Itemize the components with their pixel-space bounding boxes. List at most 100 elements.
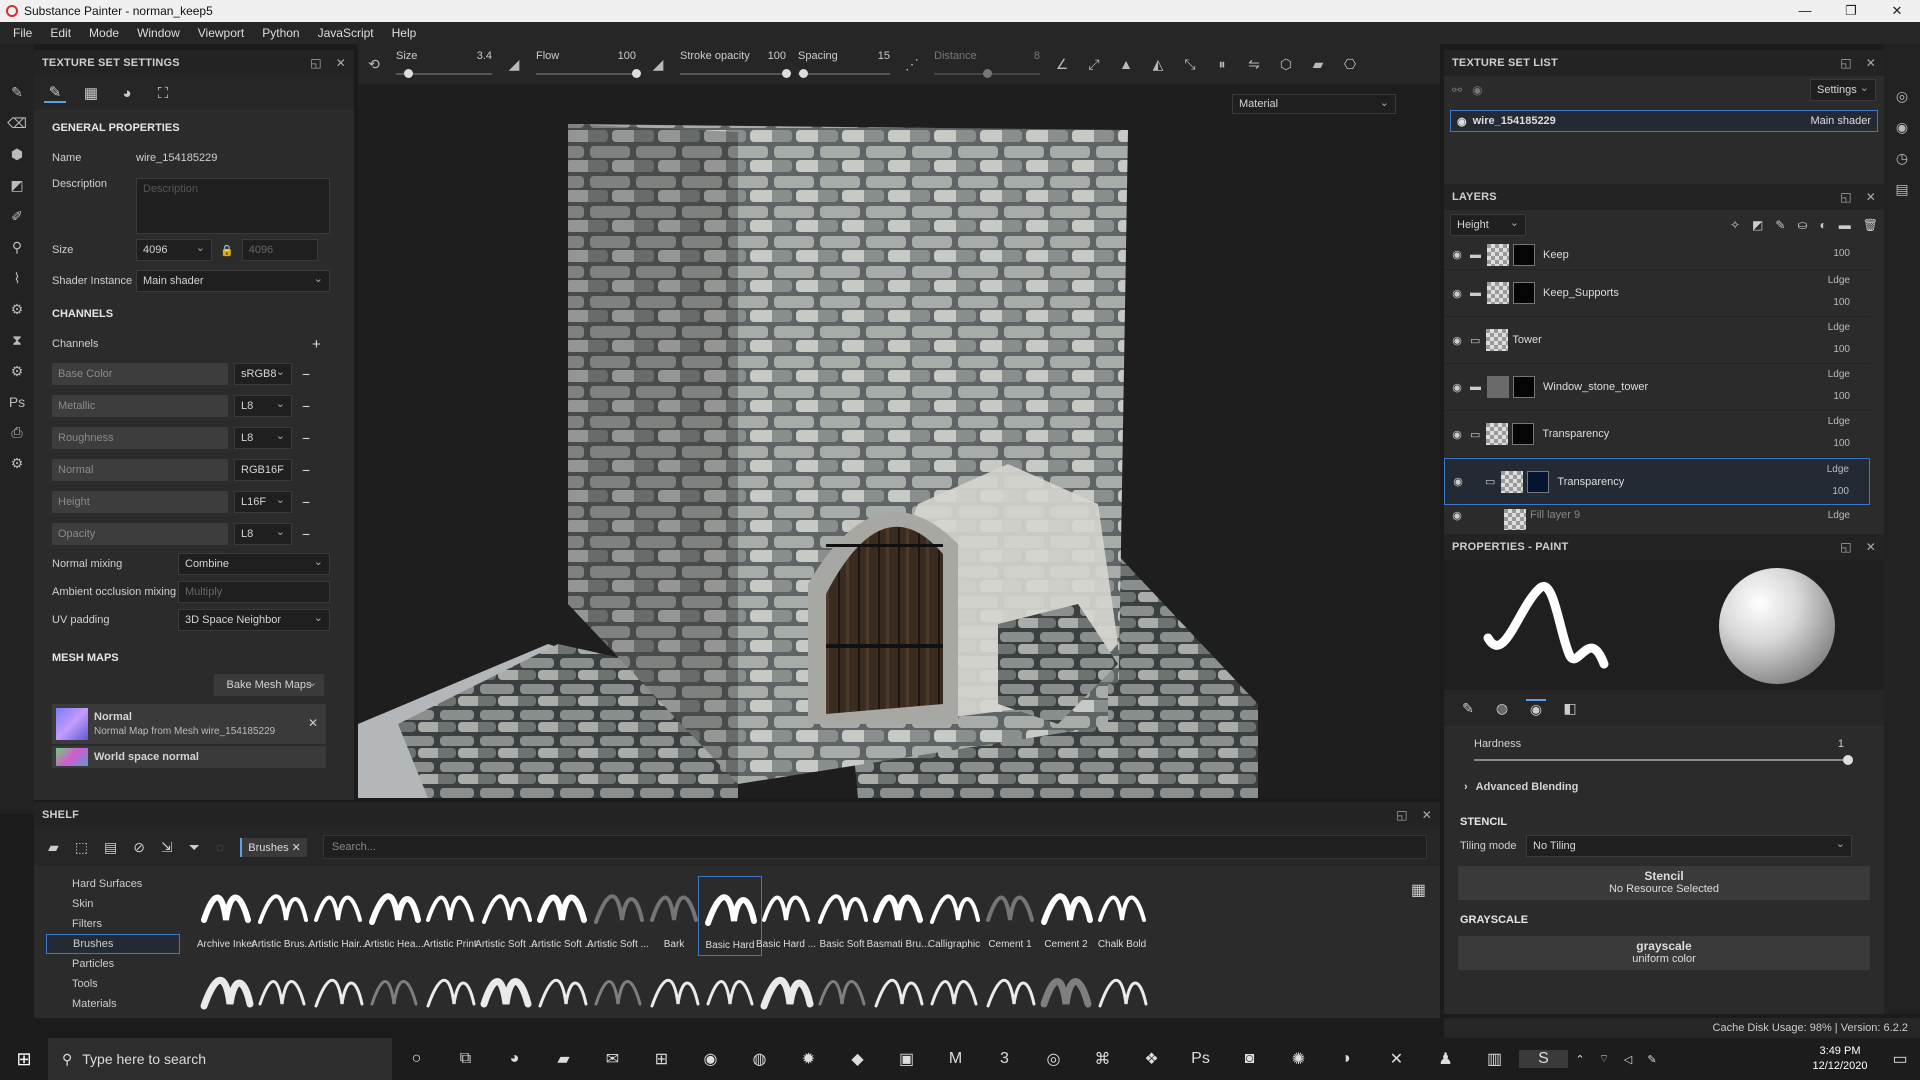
stencil-button[interactable]: Stencil No Resource Selected	[1458, 866, 1870, 900]
texture-tab-icon[interactable]: ▦	[80, 84, 102, 102]
brush-tile[interactable]: Chalk Bold	[1090, 876, 1154, 956]
description-field[interactable]: Description	[136, 178, 330, 234]
minimize-button[interactable]: —	[1782, 3, 1828, 19]
category-brushes[interactable]: Brushes	[46, 934, 180, 954]
layer-channel-select[interactable]: Height	[1450, 214, 1526, 236]
file-explorer-icon[interactable]: ▰	[539, 1049, 588, 1069]
eye-icon[interactable]: ◉	[1445, 475, 1471, 488]
eye-icon[interactable]: ◉	[1444, 334, 1470, 347]
alpha-tab-icon[interactable]: ◉	[1526, 698, 1546, 718]
brush-tile[interactable]: Artistic Print	[418, 876, 482, 956]
channel-format-select[interactable]: L8	[234, 427, 292, 449]
mesh-map-item[interactable]: World space normal	[52, 746, 326, 768]
photoshop-icon[interactable]: Ps	[1176, 1050, 1225, 1068]
list-icon[interactable]: ▤	[104, 839, 117, 856]
app-icon[interactable]: ✺	[1274, 1049, 1323, 1069]
app-icon[interactable]: ⌘	[1078, 1049, 1127, 1069]
float-panel-icon[interactable]: ◱	[310, 56, 322, 70]
remove-channel-icon[interactable]: −	[302, 526, 310, 542]
restore-button[interactable]: ❐	[1828, 3, 1874, 19]
maya-icon[interactable]: M	[931, 1050, 980, 1068]
uv-tab-icon[interactable]: ⛶	[152, 85, 174, 102]
float-panel-icon[interactable]: ◱	[1840, 190, 1852, 204]
eye-icon[interactable]: ◉	[1444, 428, 1470, 441]
app-icon[interactable]: ◗	[1323, 1050, 1372, 1068]
paint-brush-icon[interactable]: ✎	[11, 84, 23, 101]
add-channel-icon[interactable]: +	[312, 336, 321, 353]
brush-tile[interactable]: Basic Hard	[698, 876, 762, 956]
channel-format-select[interactable]: L8	[234, 395, 292, 417]
screenshot-icon[interactable]: ⎔	[1334, 44, 1366, 73]
eye-icon[interactable]: ◉	[1444, 287, 1470, 300]
layer-row[interactable]: ◉ ▬ Keep_Supports Ldge 100	[1444, 270, 1870, 317]
category-tools[interactable]: Tools	[46, 974, 180, 994]
layer-blend-mode[interactable]: Ldge	[1828, 510, 1850, 521]
grayscale-tab-icon[interactable]: ◧	[1560, 700, 1580, 717]
app-icon[interactable]: ◆	[833, 1049, 882, 1069]
menu-help[interactable]: Help	[383, 26, 426, 40]
brush-tile[interactable]: Artistic Brus...	[250, 876, 314, 956]
layer-opacity[interactable]: 100	[1832, 486, 1849, 497]
layer-blend-mode[interactable]: Ldge	[1827, 464, 1849, 475]
remove-channel-icon[interactable]: −	[302, 366, 310, 382]
lock-icon[interactable]: 🔒	[220, 244, 234, 257]
menu-window[interactable]: Window	[128, 26, 189, 40]
brush-tile[interactable]	[1090, 960, 1154, 1012]
texture-set-item[interactable]: ◉ wire_154185229 Main shader	[1450, 110, 1878, 132]
stroke-opacity-slider[interactable]: Stroke opacity 100	[674, 44, 792, 84]
menu-file[interactable]: File	[4, 26, 41, 40]
windows-start-icon[interactable]: ⊞	[0, 1049, 48, 1070]
brush-tile[interactable]	[362, 960, 426, 1012]
3d-viewport[interactable]	[358, 84, 1440, 798]
origin-icon[interactable]: ◍	[735, 1049, 784, 1069]
mirror-y-icon[interactable]: ◭	[1142, 44, 1174, 73]
mirror-icon[interactable]: ▲	[1110, 44, 1142, 72]
export-icon[interactable]: ⎙	[11, 424, 22, 441]
distance-slider[interactable]: Distance 8	[928, 44, 1046, 84]
refresh-icon[interactable]: ◌	[216, 839, 224, 855]
brush-tile[interactable]: Basic Soft	[810, 876, 874, 956]
flow-slider-handle[interactable]	[632, 69, 641, 78]
remove-channel-icon[interactable]: −	[302, 398, 310, 414]
layer-opacity[interactable]: 100	[1833, 391, 1850, 402]
taskbar-search[interactable]: ⚲ Type here to search	[48, 1038, 392, 1080]
add-folder-icon[interactable]: ▬	[1839, 218, 1851, 232]
material-tab-icon[interactable]: ◍	[1492, 700, 1512, 717]
brush-tile[interactable]: Cement 1	[978, 876, 1042, 956]
eye-icon[interactable]: ◉	[1444, 248, 1470, 261]
transform-icon[interactable]: ⤡	[1174, 44, 1206, 73]
brush-tile[interactable]	[586, 960, 650, 1012]
eraser-icon[interactable]: ⌫	[7, 115, 27, 132]
brush-tile[interactable]: Bark	[642, 876, 706, 956]
brush-tool-icon[interactable]: ✎	[1458, 700, 1478, 717]
layer-blend-mode[interactable]: Ldge	[1828, 416, 1850, 427]
brush-tile[interactable]: Basmati Bru...	[866, 876, 930, 956]
camera-icon[interactable]: ▰	[1302, 44, 1334, 73]
close-panel-icon[interactable]: ✕	[1866, 190, 1876, 204]
brush-tile[interactable]	[418, 960, 482, 1012]
add-paint-layer-icon[interactable]: ✎	[1775, 218, 1785, 232]
grid-view-icon[interactable]: ▦	[1411, 880, 1426, 900]
channel-format-select[interactable]: L16F	[234, 491, 292, 513]
menu-viewport[interactable]: Viewport	[189, 26, 253, 40]
store-icon[interactable]: ⊞	[637, 1049, 686, 1069]
brush-tile[interactable]: Archive Inker	[194, 876, 258, 956]
shader-settings-icon[interactable]: ◉	[1896, 119, 1908, 136]
mesh-map-item[interactable]: Normal Normal Map from Mesh wire_15418522…	[52, 704, 326, 744]
brush-tile[interactable]: Artistic Soft ...	[586, 876, 650, 956]
brush-tile[interactable]	[978, 960, 1042, 1012]
category-materials[interactable]: Materials	[46, 994, 180, 1014]
brush-tile[interactable]	[866, 960, 930, 1012]
new-shelf-icon[interactable]: ⬚	[75, 839, 88, 856]
brush-tab-icon[interactable]: ✎	[44, 83, 66, 103]
brush-tile[interactable]: Artistic Soft ...	[474, 876, 538, 956]
polygon-fill-icon[interactable]: ◩	[10, 177, 23, 194]
filter-icon[interactable]: ⏷	[189, 839, 200, 856]
name-value[interactable]: wire_154185229	[136, 152, 217, 164]
layer-blend-mode[interactable]: Ldge	[1828, 275, 1850, 286]
app-icon[interactable]: ▥	[1470, 1049, 1519, 1069]
history-icon[interactable]: ◷	[1896, 150, 1908, 167]
layer-blend-mode[interactable]: Ldge	[1828, 322, 1850, 333]
brush-tile[interactable]	[922, 960, 986, 1012]
pressure-flow-icon[interactable]: ◢	[642, 44, 674, 73]
